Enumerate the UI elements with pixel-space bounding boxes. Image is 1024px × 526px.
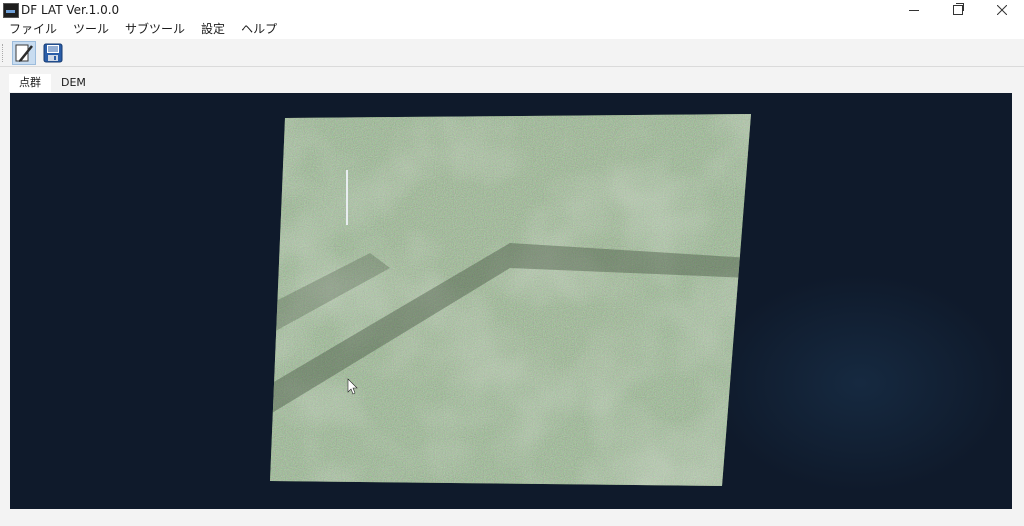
point-cloud-viewer[interactable]: [10, 93, 1012, 509]
app-icon: [3, 3, 19, 18]
menu-tools[interactable]: ツール: [65, 20, 117, 39]
tab-point-cloud[interactable]: 点群: [9, 74, 51, 92]
edit-pencil-icon: [15, 44, 33, 62]
menu-settings[interactable]: 設定: [193, 20, 233, 39]
point-cloud: [270, 114, 751, 486]
restore-button[interactable]: [936, 0, 980, 20]
save-disk-icon: [43, 43, 63, 63]
title-bar: DF LAT Ver.1.0.0: [0, 0, 1024, 20]
menu-subtools[interactable]: サブツール: [117, 20, 193, 39]
edit-button[interactable]: [12, 41, 36, 65]
toolbar-grip[interactable]: [2, 44, 5, 62]
restore-icon: [953, 3, 964, 15]
save-button[interactable]: [41, 41, 65, 65]
toolbar: [0, 39, 1024, 67]
menu-bar: ファイル ツール サブツール 設定 ヘルプ: [0, 20, 1024, 39]
minimize-icon: [909, 9, 919, 11]
menu-help[interactable]: ヘルプ: [233, 20, 285, 39]
close-button[interactable]: [980, 0, 1024, 20]
window-title: DF LAT Ver.1.0.0: [21, 3, 120, 17]
tab-dem[interactable]: DEM: [51, 74, 96, 92]
tab-strip: 点群 DEM: [9, 74, 96, 92]
point-cloud-canvas: [270, 114, 751, 486]
minimize-button[interactable]: [892, 0, 936, 20]
close-icon: [997, 5, 1007, 15]
menu-file[interactable]: ファイル: [0, 20, 65, 39]
